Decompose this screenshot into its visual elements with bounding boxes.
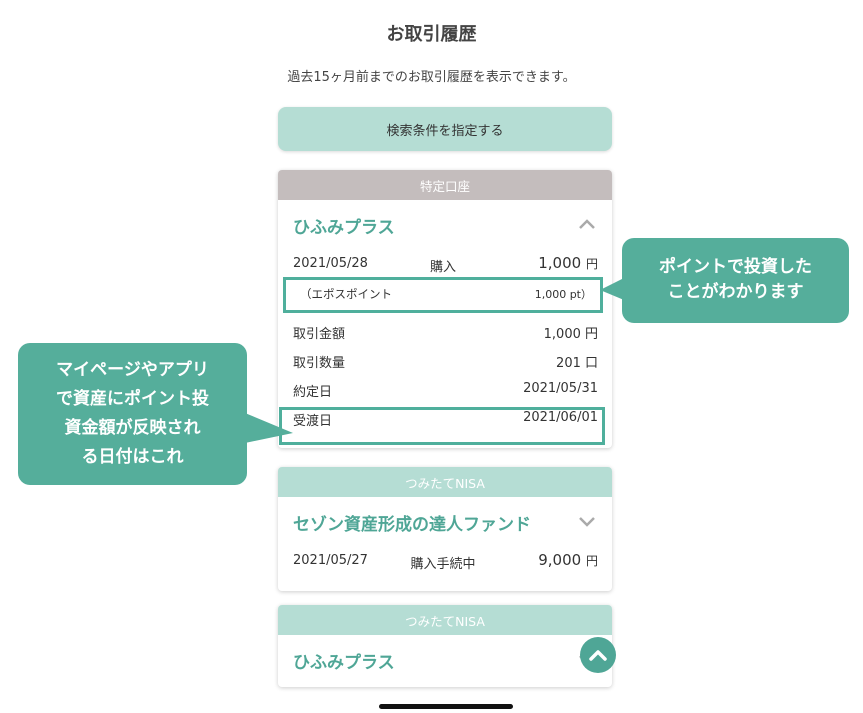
callout-text: ことがわかります xyxy=(667,282,804,302)
point-investment-callout: ポイントで投資した ことがわかります xyxy=(600,238,849,323)
callout-text: 資金額が反映され xyxy=(64,418,201,438)
fund-header[interactable]: ひふみプラス xyxy=(278,200,612,250)
account-header: つみたてNISA xyxy=(278,467,612,497)
point-highlight-box xyxy=(283,277,603,313)
callout-text: ポイントで投資した xyxy=(659,257,812,277)
detail-row: 取引金額 1,000 円 xyxy=(278,317,612,346)
detail-row: 取引数量 201 口 xyxy=(278,346,612,375)
transaction-date: 2021/05/28 xyxy=(293,256,368,271)
detail-label: 取引数量 xyxy=(293,356,346,371)
detail-row: 約定日 2021/05/31 xyxy=(278,375,612,404)
home-indicator xyxy=(379,704,513,709)
transaction-card: つみたてNISA ひふみプラス xyxy=(278,605,612,687)
fund-name: セゾン資産形成の達人ファンド xyxy=(293,514,531,535)
scroll-to-top-button[interactable] xyxy=(580,637,616,673)
search-conditions-button[interactable]: 検索条件を指定する xyxy=(278,107,612,151)
detail-label: 約定日 xyxy=(293,385,333,400)
fund-name: ひふみプラス xyxy=(293,217,395,238)
account-header: つみたてNISA xyxy=(278,605,612,635)
transaction-summary-row: 2021/05/27 購入手続中 9,000 円 xyxy=(278,547,612,576)
transaction-amount: 9,000 円 xyxy=(538,551,598,569)
transaction-date: 2021/05/27 xyxy=(293,553,368,568)
transaction-amount: 1,000 円 xyxy=(538,254,598,272)
transaction-summary-row: 2021/05/28 購入 1,000 円 xyxy=(278,250,612,279)
transaction-type: 購入手続中 xyxy=(410,557,476,572)
detail-value: 201 口 xyxy=(556,356,598,371)
callout-tail xyxy=(600,278,624,300)
page-subtitle: 過去15ヶ月前までのお取引履歴を表示できます。 xyxy=(287,70,576,85)
scroll-to-top-icon xyxy=(589,650,607,661)
settlement-date-callout: マイページやアプリ で資産にポイント投 資金額が反映され る日付はこれ xyxy=(18,343,293,485)
settlement-date-highlight-box xyxy=(279,407,605,445)
callout-tail xyxy=(245,413,293,443)
transaction-type: 購入 xyxy=(429,260,456,275)
callout-text: マイページやアプリ xyxy=(56,360,209,380)
page-title: お取引履歴 xyxy=(386,24,477,45)
transaction-card: つみたてNISA セゾン資産形成の達人ファンド 2021/05/27 購入手続中… xyxy=(278,467,612,591)
detail-label: 取引金額 xyxy=(293,327,346,342)
chevron-up-icon[interactable] xyxy=(578,217,596,231)
detail-value: 1,000 円 xyxy=(543,327,598,342)
callout-text: る日付はこれ xyxy=(81,447,184,467)
callout-text: で資産にポイント投 xyxy=(56,389,209,409)
chevron-down-icon[interactable] xyxy=(578,514,596,528)
fund-name: ひふみプラス xyxy=(293,652,395,673)
detail-value: 2021/05/31 xyxy=(523,381,598,396)
account-header: 特定口座 xyxy=(278,170,612,200)
fund-header[interactable]: セゾン資産形成の達人ファンド xyxy=(278,497,612,547)
fund-header[interactable]: ひふみプラス xyxy=(278,635,612,685)
